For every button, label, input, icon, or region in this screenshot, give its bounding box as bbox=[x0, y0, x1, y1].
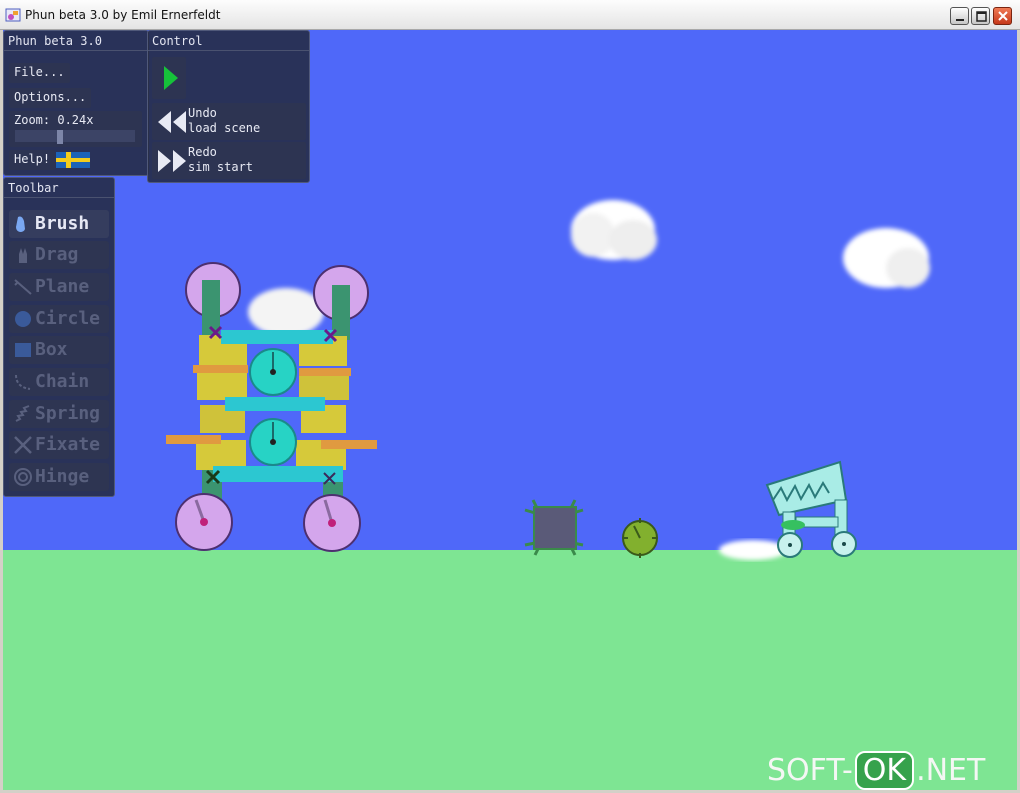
undo-line2: load scene bbox=[188, 121, 261, 135]
cloud[interactable] bbox=[248, 288, 324, 336]
watermark-left-text: SOFT- bbox=[767, 752, 853, 788]
phun-main-panel-title: Phun beta 3.0 bbox=[4, 31, 148, 51]
close-icon bbox=[998, 11, 1008, 21]
undo-label: Undo load scene bbox=[188, 106, 260, 136]
zoom-control[interactable]: Zoom: 0.24x bbox=[9, 111, 142, 147]
tool-plane[interactable]: Plane bbox=[9, 273, 109, 301]
tool-drag[interactable]: Drag bbox=[9, 241, 109, 269]
tool-hinge-label: Hinge bbox=[35, 466, 90, 487]
toolbar-title: Toolbar bbox=[4, 178, 114, 198]
tool-spring-label: Spring bbox=[35, 403, 101, 424]
redo-line1: Redo bbox=[188, 145, 217, 159]
options-menu-button[interactable]: Options... bbox=[9, 88, 92, 108]
window-titlebar[interactable]: Phun beta 3.0 by Emil Ernerfeldt bbox=[0, 0, 1020, 30]
maximize-icon bbox=[976, 11, 987, 22]
undo-line1: Undo bbox=[188, 106, 217, 120]
chain-icon bbox=[15, 374, 31, 390]
tool-circle-label: Circle bbox=[35, 308, 101, 329]
tool-fixate-label: Fixate bbox=[35, 434, 101, 455]
rewind-icon bbox=[158, 111, 186, 133]
redo-label: Redo sim start bbox=[188, 145, 253, 175]
site-watermark: SOFT- OK .NET bbox=[767, 748, 985, 792]
minimize-button[interactable] bbox=[950, 7, 969, 25]
redo-line2: sim start bbox=[188, 160, 254, 174]
play-icon bbox=[164, 66, 178, 90]
spiked-box[interactable] bbox=[524, 499, 584, 556]
tool-chain-label: Chain bbox=[35, 371, 90, 392]
fixate-icon bbox=[14, 436, 32, 454]
maximize-button[interactable] bbox=[971, 7, 990, 25]
drag-hand-icon bbox=[19, 248, 27, 263]
tool-brush[interactable]: Brush bbox=[9, 210, 109, 238]
swedish-flag-icon[interactable] bbox=[56, 152, 90, 168]
phun-main-panel: Phun beta 3.0 File... Options... Zoom: 0… bbox=[3, 30, 149, 176]
tool-fixate[interactable]: Fixate bbox=[9, 431, 109, 459]
watermark-right-text: .NET bbox=[916, 752, 986, 788]
fast-forward-icon bbox=[158, 150, 186, 172]
spring-icon bbox=[15, 405, 30, 422]
tool-chain[interactable]: Chain bbox=[9, 368, 109, 396]
redo-button[interactable]: Redo sim start bbox=[152, 142, 306, 179]
help-button[interactable]: Help! bbox=[9, 150, 56, 170]
cloud[interactable] bbox=[843, 228, 930, 288]
hinge-icon bbox=[14, 468, 32, 486]
simulation-canvas[interactable]: Phun beta 3.0 File... Options... Zoom: 0… bbox=[3, 30, 1017, 790]
watermark-badge: OK bbox=[854, 750, 915, 790]
brush-icon bbox=[16, 216, 25, 232]
tool-brush-label: Brush bbox=[35, 213, 90, 234]
toolbar-panel: Toolbar Brush Drag Plane Circle Box Chai… bbox=[3, 177, 115, 497]
undo-button[interactable]: Undo load scene bbox=[152, 103, 306, 140]
close-button[interactable] bbox=[993, 7, 1012, 25]
cloud[interactable] bbox=[571, 200, 657, 260]
play-button[interactable] bbox=[152, 57, 186, 99]
phun-app-icon bbox=[5, 8, 21, 22]
tool-hinge[interactable]: Hinge bbox=[9, 463, 109, 491]
tool-spring[interactable]: Spring bbox=[9, 400, 109, 428]
tool-box[interactable]: Box bbox=[9, 336, 109, 364]
zoom-label: Zoom: 0.24x bbox=[14, 113, 94, 127]
control-panel-title: Control bbox=[148, 31, 309, 51]
tool-plane-label: Plane bbox=[35, 276, 90, 297]
circle-icon bbox=[15, 311, 31, 327]
cloud[interactable] bbox=[719, 540, 787, 560]
file-menu-button[interactable]: File... bbox=[9, 63, 70, 83]
control-panel: Control Undo load scene Redo sim start bbox=[147, 30, 310, 183]
jaw-vehicle[interactable] bbox=[765, 460, 857, 558]
tool-drag-label: Drag bbox=[35, 244, 79, 265]
minimize-icon bbox=[956, 19, 964, 21]
tool-box-label: Box bbox=[35, 339, 68, 360]
zoom-slider-thumb[interactable] bbox=[57, 130, 63, 144]
tool-circle[interactable]: Circle bbox=[9, 305, 109, 333]
window-title: Phun beta 3.0 by Emil Ernerfeldt bbox=[25, 8, 221, 22]
box-icon bbox=[15, 343, 31, 357]
zoom-slider-track[interactable] bbox=[15, 130, 135, 142]
plane-icon bbox=[14, 279, 32, 295]
gear-ball[interactable] bbox=[622, 518, 658, 558]
